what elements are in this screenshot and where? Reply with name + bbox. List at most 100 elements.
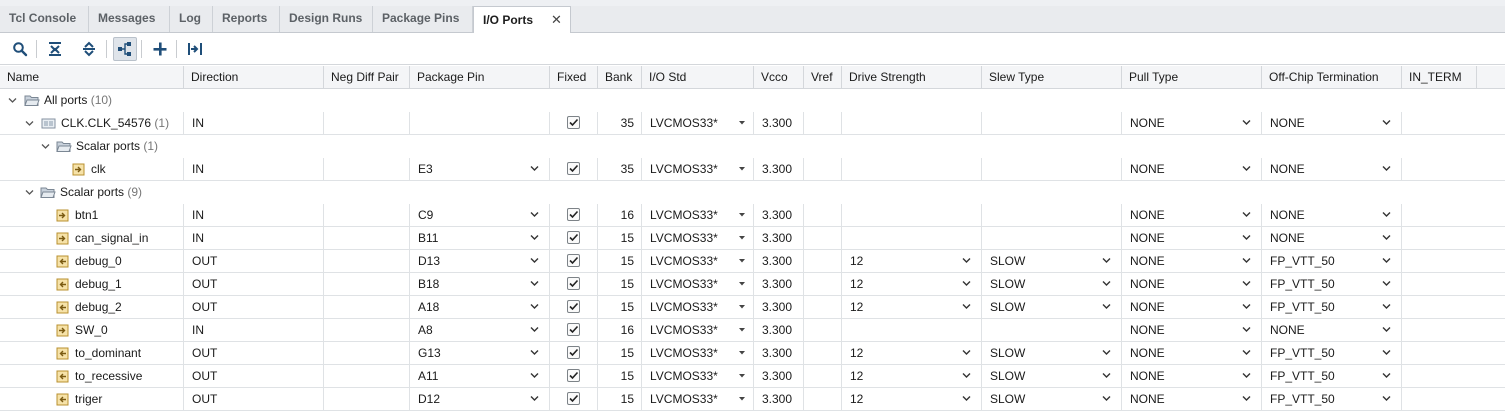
column-header-direction[interactable]: Direction	[184, 66, 324, 88]
tab-package-pins[interactable]: Package Pins	[373, 6, 473, 32]
table-row[interactable]: debug_2 OUT A18 15 LVCMOS33* 3.300 12 SLOW NONE F…	[0, 296, 1505, 319]
chevron-down-icon[interactable]	[961, 278, 972, 289]
fixed-checkbox[interactable]	[567, 162, 580, 175]
fixed-checkbox[interactable]	[567, 254, 580, 267]
chevron-down-icon[interactable]	[1381, 255, 1392, 266]
chevron-down-icon[interactable]	[529, 209, 540, 220]
pull-type-cell[interactable]: NONE	[1122, 273, 1262, 296]
io-std-cell[interactable]: LVCMOS33*	[642, 250, 754, 273]
chevron-down-icon[interactable]	[961, 347, 972, 358]
chevron-down-icon[interactable]	[529, 347, 540, 358]
column-header-off-chip-termination[interactable]: Off-Chip Termination	[1262, 66, 1402, 88]
pull-type-cell[interactable]: NONE	[1122, 296, 1262, 319]
chevron-down-icon[interactable]	[1241, 393, 1252, 404]
package-pin-cell[interactable]: A11	[410, 365, 550, 388]
chevron-down-icon[interactable]	[1241, 324, 1252, 335]
drive-strength-cell[interactable]: 12	[842, 296, 982, 319]
dropdown-arrow-icon[interactable]	[738, 235, 746, 241]
chevron-down-icon[interactable]	[1101, 278, 1112, 289]
table-row[interactable]: SW_0 IN A8 16 LVCMOS33* 3.300 NONE NONE	[0, 319, 1505, 342]
chevron-down-icon[interactable]	[1381, 393, 1392, 404]
export-icon[interactable]	[183, 37, 207, 61]
dropdown-arrow-icon[interactable]	[738, 166, 746, 172]
pull-type-cell[interactable]: NONE	[1122, 227, 1262, 250]
chevron-down-icon[interactable]	[961, 301, 972, 312]
fixed-checkbox[interactable]	[567, 300, 580, 313]
drive-strength-cell[interactable]: 12	[842, 273, 982, 296]
chevron-down-icon[interactable]	[1241, 278, 1252, 289]
slew-type-cell[interactable]: SLOW	[982, 365, 1122, 388]
io-std-cell[interactable]: LVCMOS33*	[642, 273, 754, 296]
chevron-down-icon[interactable]	[529, 301, 540, 312]
off-chip-termination-cell[interactable]: NONE	[1262, 319, 1402, 342]
package-pin-cell[interactable]: D12	[410, 388, 550, 411]
slew-type-cell[interactable]: SLOW	[982, 342, 1122, 365]
chevron-down-icon[interactable]	[1381, 209, 1392, 220]
io-std-cell[interactable]: LVCMOS33*	[642, 227, 754, 250]
add-icon[interactable]	[148, 37, 172, 61]
column-header-pull-type[interactable]: Pull Type	[1122, 66, 1262, 88]
pull-type-cell[interactable]: NONE	[1122, 342, 1262, 365]
io-std-cell[interactable]: LVCMOS33*	[642, 158, 754, 181]
chevron-down-icon[interactable]	[1241, 232, 1252, 243]
package-pin-cell[interactable]: G13	[410, 342, 550, 365]
dropdown-arrow-icon[interactable]	[738, 258, 746, 264]
drive-strength-cell[interactable]: 12	[842, 388, 982, 411]
table-row[interactable]: to_dominant OUT G13 15 LVCMOS33* 3.300 12 SLOW N…	[0, 342, 1505, 365]
chevron-down-icon[interactable]	[1101, 393, 1112, 404]
off-chip-termination-cell[interactable]: NONE	[1262, 204, 1402, 227]
table-row[interactable]: triger OUT D12 15 LVCMOS33* 3.300 12 SLOW NONE FP…	[0, 388, 1505, 411]
chevron-down-icon[interactable]	[1241, 347, 1252, 358]
io-std-cell[interactable]: LVCMOS33*	[642, 342, 754, 365]
chevron-down-icon[interactable]	[1381, 232, 1392, 243]
pull-type-cell[interactable]: NONE	[1122, 204, 1262, 227]
chevron-down-icon[interactable]	[1241, 209, 1252, 220]
fixed-checkbox[interactable]	[567, 116, 580, 129]
dropdown-arrow-icon[interactable]	[738, 396, 746, 402]
column-header-package-pin[interactable]: Package Pin	[410, 66, 550, 88]
tab-design-runs[interactable]: Design Runs	[280, 6, 373, 32]
chevron-down-icon[interactable]	[529, 232, 540, 243]
tab-messages[interactable]: Messages	[89, 6, 170, 32]
chevron-down-icon[interactable]	[1101, 255, 1112, 266]
off-chip-termination-cell[interactable]: NONE	[1262, 158, 1402, 181]
pull-type-cell[interactable]: NONE	[1122, 112, 1262, 135]
chevron-down-icon[interactable]	[1381, 324, 1392, 335]
off-chip-termination-cell[interactable]: FP_VTT_50	[1262, 365, 1402, 388]
tree-row-clk-scalar-ports[interactable]: Scalar ports (1)	[0, 135, 1505, 158]
column-header-fixed[interactable]: Fixed	[550, 66, 598, 88]
pull-type-cell[interactable]: NONE	[1122, 158, 1262, 181]
package-pin-cell[interactable]: E3	[410, 158, 550, 181]
chevron-down-icon[interactable]	[1381, 370, 1392, 381]
column-header-slew-type[interactable]: Slew Type	[982, 66, 1122, 88]
io-std-cell[interactable]: LVCMOS33*	[642, 296, 754, 319]
close-icon[interactable]: ✕	[551, 7, 562, 32]
tab-tcl-console[interactable]: Tcl Console	[0, 6, 89, 32]
table-row[interactable]: can_signal_in IN B11 15 LVCMOS33* 3.300 NONE NO…	[0, 227, 1505, 250]
off-chip-termination-cell[interactable]: NONE	[1262, 227, 1402, 250]
column-header-vcco[interactable]: Vcco	[754, 66, 804, 88]
dropdown-arrow-icon[interactable]	[738, 304, 746, 310]
chevron-down-icon[interactable]	[40, 141, 51, 152]
slew-type-cell[interactable]: SLOW	[982, 296, 1122, 319]
package-pin-cell[interactable]: C9	[410, 204, 550, 227]
package-pin-cell[interactable]: A8	[410, 319, 550, 342]
fixed-checkbox[interactable]	[567, 231, 580, 244]
search-icon[interactable]	[8, 37, 32, 61]
drive-strength-cell[interactable]: 12	[842, 365, 982, 388]
chevron-down-icon[interactable]	[529, 370, 540, 381]
chevron-down-icon[interactable]	[1381, 117, 1392, 128]
chevron-down-icon[interactable]	[1241, 117, 1252, 128]
chevron-down-icon[interactable]	[529, 278, 540, 289]
slew-type-cell[interactable]: SLOW	[982, 388, 1122, 411]
collapse-all-icon[interactable]	[43, 37, 67, 61]
tab-reports[interactable]: Reports	[213, 6, 280, 32]
chevron-down-icon[interactable]	[1241, 163, 1252, 174]
tab-io-ports[interactable]: I/O Ports ✕	[473, 6, 571, 33]
fixed-checkbox[interactable]	[567, 208, 580, 221]
package-pin-cell[interactable]: D13	[410, 250, 550, 273]
chevron-down-icon[interactable]	[529, 324, 540, 335]
chevron-down-icon[interactable]	[24, 118, 35, 129]
table-row[interactable]: btn1 IN C9 16 LVCMOS33* 3.300 NONE NONE	[0, 204, 1505, 227]
off-chip-termination-cell[interactable]: FP_VTT_50	[1262, 296, 1402, 319]
